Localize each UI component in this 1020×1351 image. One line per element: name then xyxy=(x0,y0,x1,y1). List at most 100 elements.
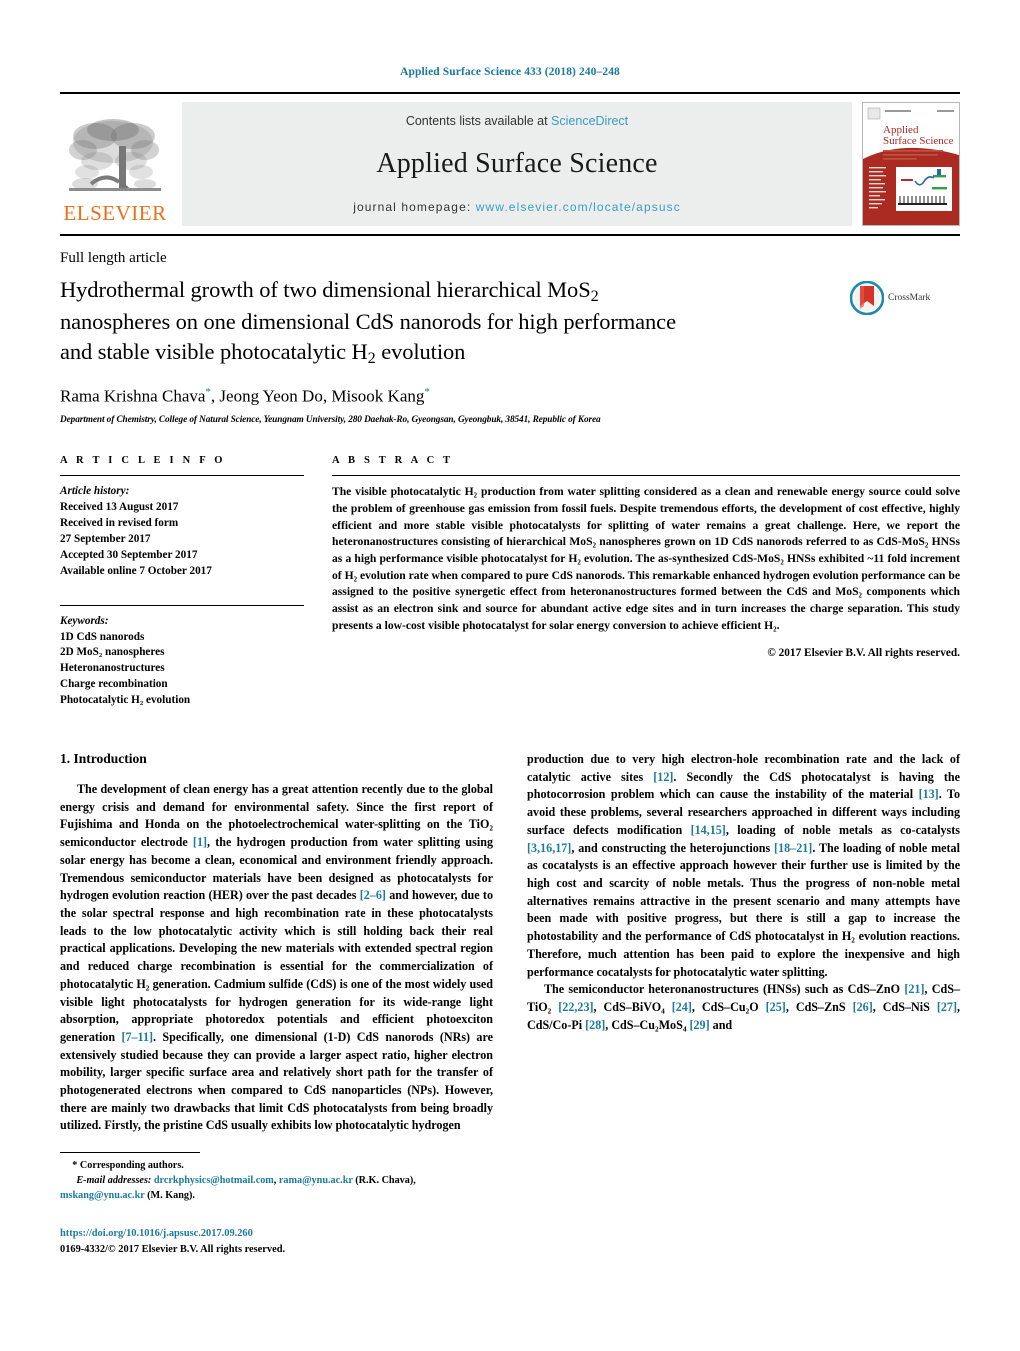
article-type-label: Full length article xyxy=(60,250,167,266)
history-item: Received 13 August 2017 xyxy=(60,501,179,514)
intro-text-i: much xyxy=(581,946,617,961)
intro-text-i: splitting. xyxy=(779,964,828,979)
author-3-corresponding-mark: * xyxy=(424,385,430,398)
citation-3[interactable]: [7–11] xyxy=(121,1030,153,1044)
intro-text-i: an xyxy=(610,858,628,873)
author-1: Rama Krishna Chava xyxy=(60,386,206,406)
sciencedirect-link[interactable]: ScienceDirect xyxy=(551,114,628,128)
intro-text-i: performance xyxy=(527,964,594,979)
intro-text-f: including xyxy=(906,805,961,820)
intro-text-i: has xyxy=(669,946,694,961)
intro-text-e: Secondly xyxy=(676,769,733,784)
intro-text-g: co-catalysts xyxy=(891,822,960,837)
running-head: Applied Surface Science 433 (2018) 240–2… xyxy=(400,66,620,78)
intro-text-i: metal xyxy=(924,875,960,890)
citation-2[interactable]: [2–6] xyxy=(360,888,386,902)
citation-6[interactable]: [14,15] xyxy=(691,823,726,837)
intro-text-f: researchers xyxy=(682,805,747,820)
journal-homepage-line: journal homepage: www.elsevier.com/locat… xyxy=(353,200,681,214)
journal-homepage-link[interactable]: www.elsevier.com/locate/apsusc xyxy=(476,200,681,214)
intro-text-i: metals. xyxy=(700,875,744,890)
intro-text-i: noble xyxy=(665,875,701,890)
intro-text-g: as xyxy=(872,822,892,837)
history-item: Received in revised form xyxy=(60,517,179,529)
citation-5[interactable]: [13] xyxy=(919,787,939,801)
intro-text-i: approach xyxy=(675,858,729,873)
title-sub-2: 2 xyxy=(367,349,376,368)
intro-text-i: cost xyxy=(549,875,577,890)
intro-text-i: CdS xyxy=(725,929,752,944)
email-link-3[interactable]: mskang@ynu.ac.kr xyxy=(60,1190,145,1201)
citation-8[interactable]: [18–21] xyxy=(774,841,812,855)
history-item: Accepted 30 September 2017 xyxy=(60,548,198,561)
intro-text-i: made xyxy=(551,911,588,926)
intro-text-i: many xyxy=(844,893,880,908)
citation-4[interactable]: [12] xyxy=(653,770,673,784)
doi-link[interactable]: https://doi.org/10.1016/j.apsusc.2017.09… xyxy=(60,1226,466,1242)
intro-text-e: the xyxy=(933,769,960,784)
intro-text-i: cocatalysts xyxy=(537,858,598,873)
intro-text-i: been xyxy=(693,946,725,961)
citation-25[interactable]: [25] xyxy=(766,1000,786,1014)
citation-29[interactable]: [29] xyxy=(689,1018,709,1032)
article-info-column: A R T I C L E I N F O Article history: R… xyxy=(60,455,318,709)
article-history-block: Article history: Received 13 August 2017… xyxy=(60,484,304,579)
intro-text-i: a xyxy=(825,911,840,926)
intro2-text-d: , CdS–Cu₂O xyxy=(691,999,766,1014)
intro-text-i: of xyxy=(849,875,867,890)
intro-text-g: metals xyxy=(830,822,873,837)
intro-paragraph-2: The semiconductor heteronanostructures (… xyxy=(527,981,960,1034)
corresponding-authors-note: * Corresponding authors. xyxy=(72,1160,184,1171)
elsevier-tree-icon xyxy=(69,119,161,191)
paper-page: Applied Surface Science 433 (2018) 240–2… xyxy=(0,0,1020,1351)
intro-text-i: inexpensive xyxy=(838,946,905,961)
intro-text-i: alternatives xyxy=(527,893,588,908)
intro-text-d: production xyxy=(527,752,584,767)
crossmark-badge[interactable]: CrossMark xyxy=(850,275,960,315)
intro-text-i: scenario xyxy=(771,893,820,908)
intro-text-i: effective xyxy=(627,858,676,873)
intro-text-i: limited xyxy=(881,858,923,873)
citation-26[interactable]: [26] xyxy=(853,1000,873,1014)
footnote-text: * Corresponding authors. E-mail addresse… xyxy=(60,1159,466,1203)
page-title: Hydrothermal growth of two dimensional h… xyxy=(60,275,836,370)
intro-text-i: for xyxy=(652,964,671,979)
intro-text-f: these xyxy=(555,805,587,820)
intro2-text-f: , CdS–NiS xyxy=(872,999,937,1014)
journal-title: Applied Surface Science xyxy=(376,148,658,179)
intro-text-i: and xyxy=(598,929,622,944)
intro-text-i: in xyxy=(824,929,839,944)
intro-text-i: however xyxy=(728,858,777,873)
citation-7[interactable]: [3,16,17] xyxy=(527,841,571,855)
contents-prefix: Contents lists available at xyxy=(405,114,552,128)
citation-24[interactable]: [24] xyxy=(672,1000,692,1014)
intro-text-d: and xyxy=(866,752,893,767)
intro-text-i: to xyxy=(867,911,886,926)
intro-text-i: and xyxy=(819,893,845,908)
abstract-rule xyxy=(332,475,960,477)
citation-27[interactable]: [27] xyxy=(937,1000,957,1014)
intro-text-h: the xyxy=(666,840,686,855)
email-link-1[interactable]: drcrkphysics@hotmail.com xyxy=(154,1175,274,1186)
intro-text-i: but xyxy=(721,911,748,926)
citation-1[interactable]: [1] xyxy=(193,835,207,849)
intro-text-i: Thus xyxy=(743,875,777,890)
section-heading-introduction: 1. Introduction xyxy=(60,751,147,767)
intro-text-i: performance xyxy=(641,929,712,944)
email-link-2[interactable]: rama@ynu.ac.kr xyxy=(279,1175,353,1186)
intro-text-f: approached xyxy=(746,805,813,820)
intro-text-i: the xyxy=(621,929,642,944)
citation-22-23[interactable]: [22,23] xyxy=(558,1000,593,1014)
intro-text-i: progress xyxy=(799,875,850,890)
affiliation: Department of Chemistry, College of Natu… xyxy=(60,415,601,426)
citation-28[interactable]: [28] xyxy=(585,1018,605,1032)
citation-21[interactable]: [21] xyxy=(904,982,924,996)
journal-masthead: ELSEVIER Contents lists available at Sci… xyxy=(60,92,960,226)
intro-text-i: gap xyxy=(839,911,868,926)
intro-text-i: still xyxy=(798,911,826,926)
intro-text-d: rate xyxy=(839,752,867,767)
abstract-column: A B S T R A C T The visible photocatalyt… xyxy=(318,455,960,709)
article-info-heading: A R T I C L E I N F O xyxy=(60,455,226,467)
title-line-3-tail: evolution xyxy=(375,339,466,365)
doi-block: https://doi.org/10.1016/j.apsusc.2017.09… xyxy=(60,1226,466,1257)
